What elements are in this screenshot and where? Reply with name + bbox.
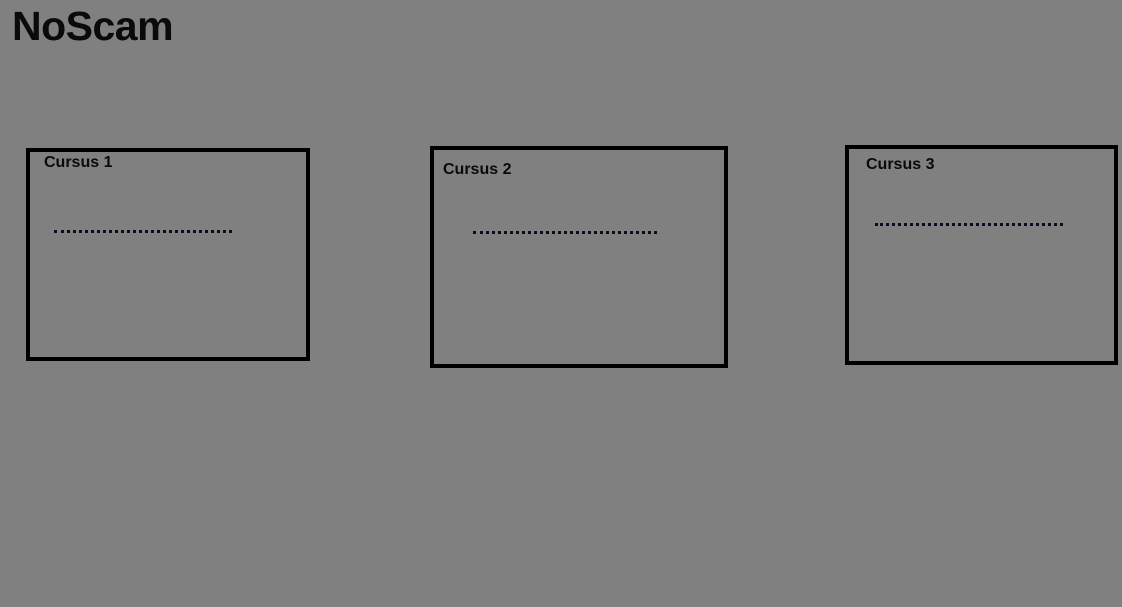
course-card-1[interactable]: Cursus 1 xyxy=(26,148,310,361)
course-title: Cursus 2 xyxy=(443,161,512,178)
course-title: Cursus 3 xyxy=(866,156,935,173)
course-card-2[interactable]: Cursus 2 xyxy=(430,146,728,368)
course-title: Cursus 1 xyxy=(44,154,113,171)
course-content-placeholder xyxy=(875,223,1063,226)
course-content-placeholder xyxy=(473,231,657,234)
course-content-placeholder xyxy=(54,230,232,233)
course-card-3[interactable]: Cursus 3 xyxy=(845,145,1118,365)
app-title: NoScam xyxy=(12,3,174,49)
